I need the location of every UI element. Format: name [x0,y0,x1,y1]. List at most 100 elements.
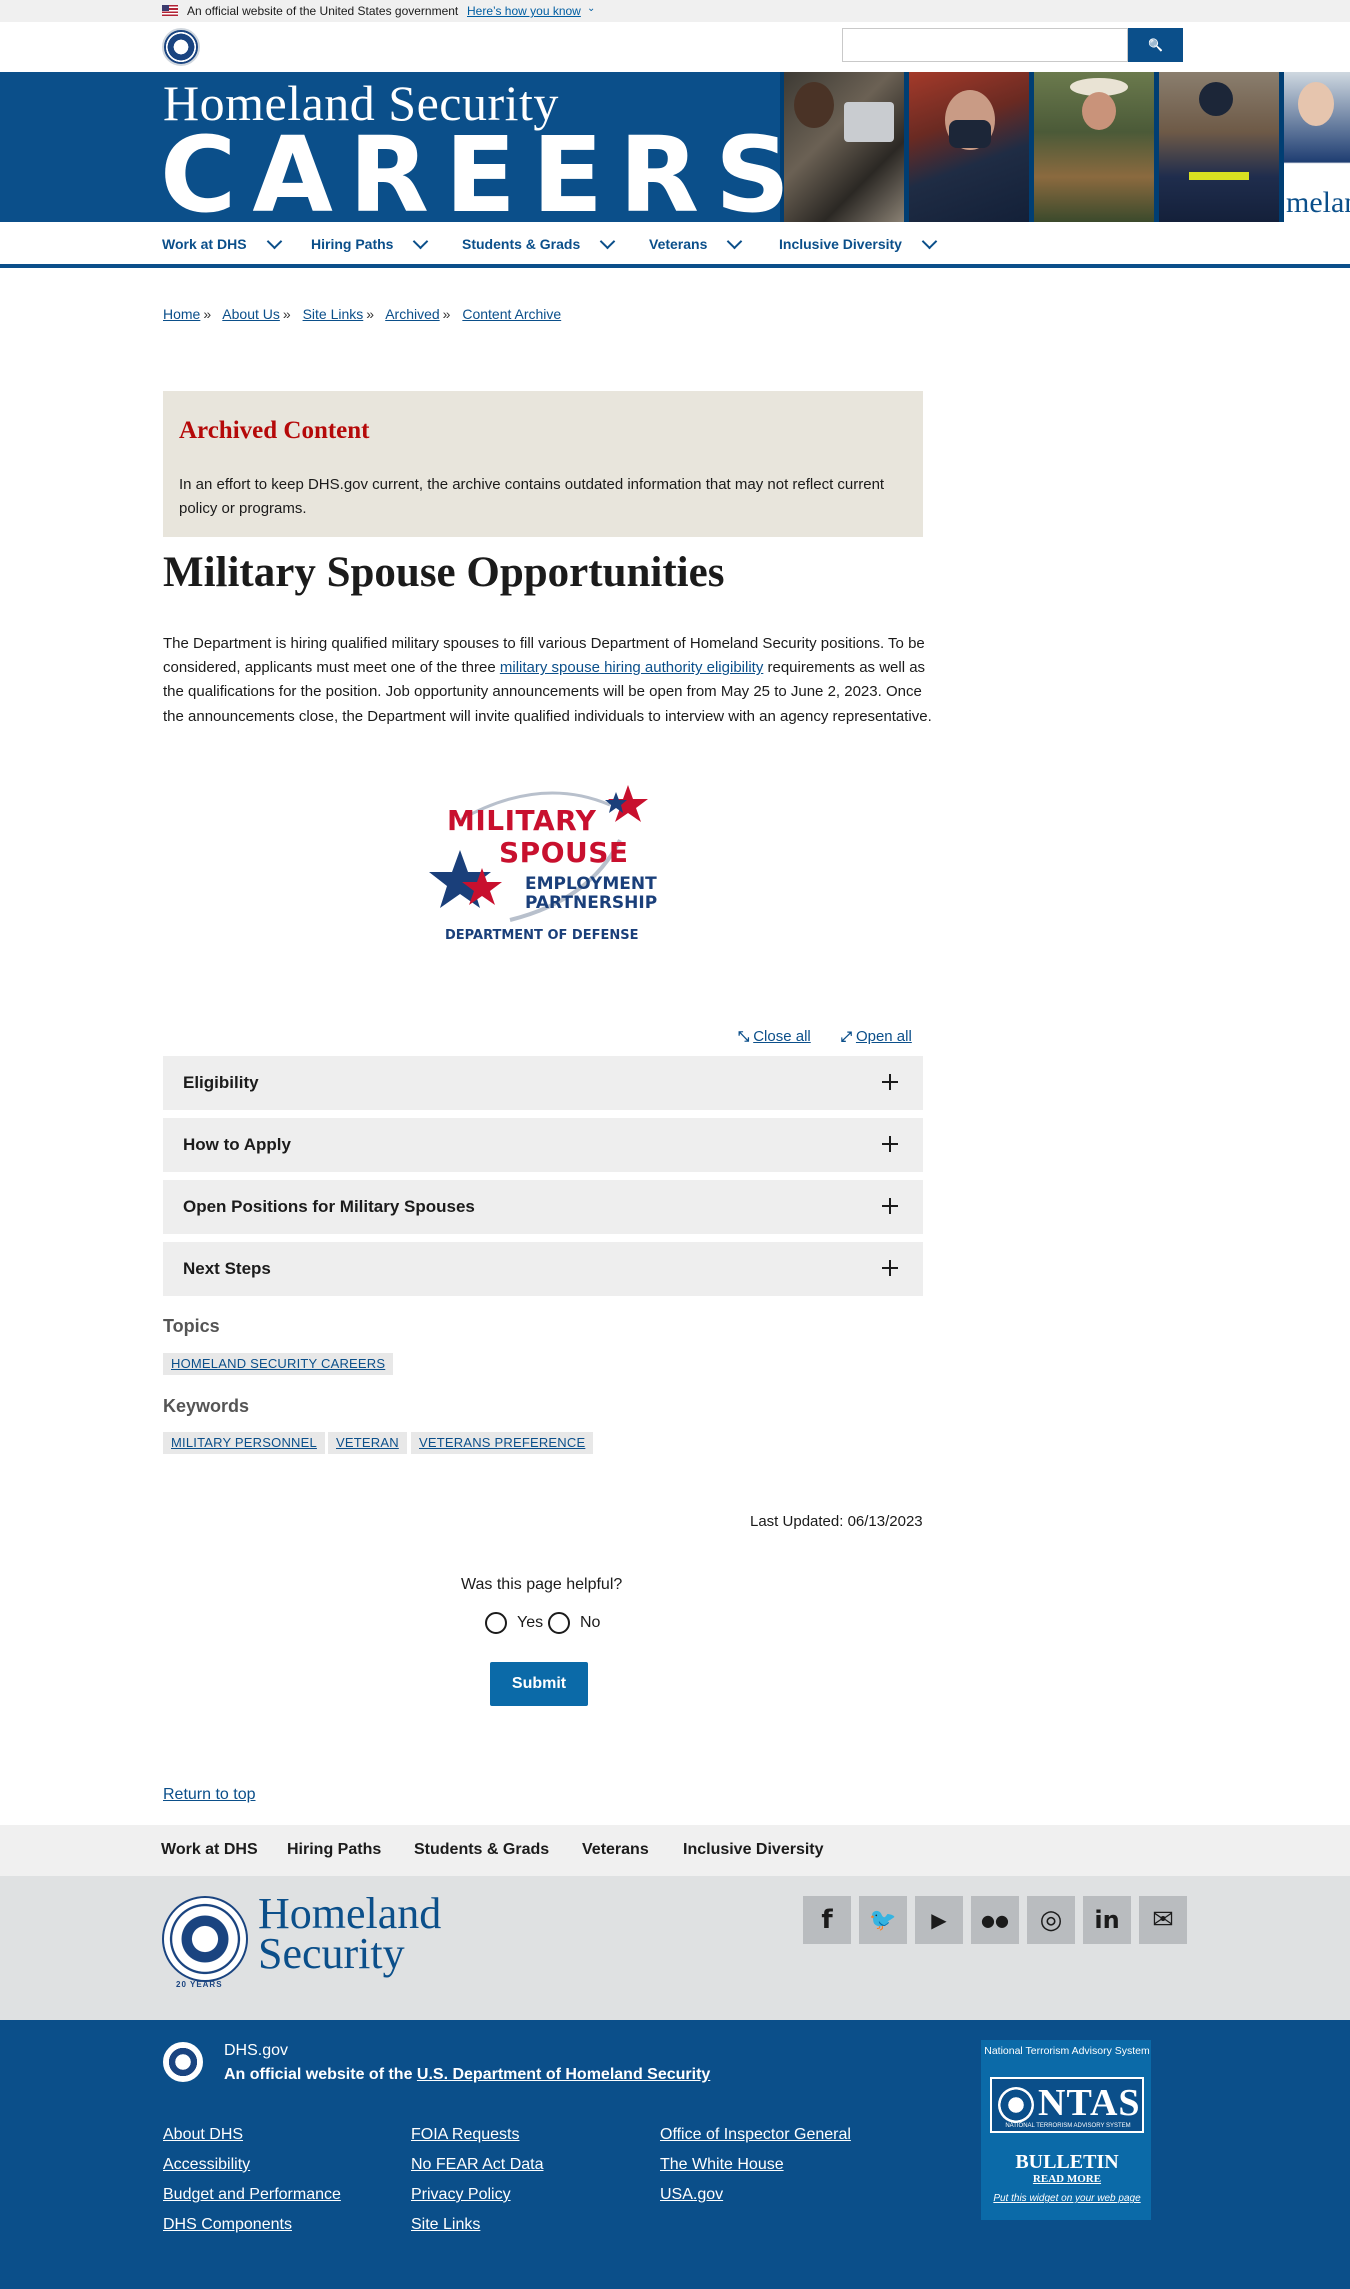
ntas-logo[interactable]: NTAS NATIONAL TERRORISM ADVISORY SYSTEM [990,2077,1144,2133]
breadcrumb-archived[interactable]: Archived [385,306,439,322]
breadcrumb-separator: » [282,306,291,322]
accordion-controls: ⤡ Close all ⤢ Open all [738,1028,912,1045]
breadcrumb-separator: » [203,306,212,322]
keywords-heading: Keywords [163,1396,250,1416]
footer-site-name: DHS.gov [224,2042,289,2059]
site-header: 🔍 [0,22,1350,72]
footer-nav-work-at-dhs[interactable]: Work at DHS [161,1841,258,1859]
return-to-top-link[interactable]: Return to top [163,1786,256,1804]
chevron-down-icon [266,233,282,249]
footer-nav-hiring-paths[interactable]: Hiring Paths [287,1841,381,1859]
search-button[interactable]: 🔍 [1128,28,1183,62]
hero-photo-fema [1159,72,1279,222]
accordion-label: Open Positions for Military Spouses [183,1197,475,1216]
dhs-seal-icon[interactable] [162,1896,248,1982]
search-icon: 🔍 [1148,38,1163,52]
linkedin-icon[interactable]: in [1083,1896,1131,1944]
msep-text-dod: DEPARTMENT OF DEFENSE [445,928,639,943]
msep-logo: MILITARY SPOUSE EMPLOYMENT PARTNERSHIP D… [420,780,670,950]
seal-years-text: 20 YEARS [176,1980,223,1989]
feedback-no-radio[interactable] [548,1612,570,1634]
instagram-icon[interactable]: ◎ [1027,1896,1075,1944]
close-all-button[interactable]: ⤡ Close all [738,1028,811,1045]
careers-brand[interactable]: Homeland Security CAREERS [0,72,790,230]
feedback-submit-button[interactable]: Submit [490,1662,588,1706]
accordion-how-to-apply[interactable]: How to Apply [163,1118,923,1172]
nav-veterans[interactable]: Veterans [649,233,743,252]
last-updated: Last Updated: 06/13/2023 [750,1513,923,1530]
breadcrumb-about-us[interactable]: About Us [222,306,280,322]
close-all-label: Close all [753,1028,811,1045]
footer-nav-inclusive-diversity[interactable]: Inclusive Diversity [683,1841,824,1859]
archived-notice: Archived Content In an effort to keep DH… [163,391,923,537]
archived-text: In an effort to keep DHS.gov current, th… [179,476,885,517]
msep-text-military: MILITARY [447,804,597,837]
accordion-next-steps[interactable]: Next Steps [163,1242,923,1296]
keyword-tag[interactable]: MILITARY PERSONNEL [163,1432,325,1454]
chevron-down-icon[interactable]: ⌄ [587,3,595,14]
plus-icon [882,1260,898,1276]
accordion-open-positions[interactable]: Open Positions for Military Spouses [163,1180,923,1234]
ntas-widget[interactable]: National Terrorism Advisory System NTAS … [981,2040,1151,2220]
open-all-button[interactable]: ⤢ Open all [841,1028,912,1045]
breadcrumb-home[interactable]: Home [163,306,200,322]
footer-nav-students-grads[interactable]: Students & Grads [414,1841,549,1859]
feedback-yes-label[interactable]: Yes [517,1614,543,1632]
facebook-icon[interactable]: f [803,1896,851,1944]
collapse-icon: ⤡ [738,1028,750,1044]
footer-link-budget[interactable]: Budget and Performance [163,2186,341,2204]
footer-official-prefix: An official website of the [224,2066,417,2083]
youtube-icon[interactable]: ▶ [915,1896,963,1944]
feedback-yes-radio[interactable] [485,1612,507,1634]
chevron-down-icon [599,233,616,249]
footer-link-components[interactable]: DHS Components [163,2216,292,2234]
footer-link-accessibility[interactable]: Accessibility [163,2156,250,2174]
topic-tag[interactable]: HOMELAND SECURITY CAREERS [163,1353,394,1375]
hero-photo-worker [784,72,904,222]
breadcrumb-content-archive[interactable]: Content Archive [462,306,561,322]
heres-how-you-know-link[interactable]: Here’s how you know [467,4,581,18]
footer-link-white-house[interactable]: The White House [660,2156,784,2174]
twitter-icon[interactable]: 🐦 [859,1896,907,1944]
plus-icon [882,1074,898,1090]
feedback-no-label[interactable]: No [580,1614,600,1632]
chevron-down-icon [921,233,938,249]
open-all-label: Open all [855,1028,912,1045]
hero-photo-officer: melan [1284,72,1350,222]
eligibility-link[interactable]: military spouse hiring authority eligibi… [500,659,763,676]
dhs-seal-icon [163,2042,203,2082]
footer-link-about-dhs[interactable]: About DHS [163,2126,243,2144]
keyword-tag[interactable]: VETERANS PREFERENCE [411,1432,594,1454]
nav-work-at-dhs[interactable]: Work at DHS [162,233,282,252]
ntas-widget-link[interactable]: Put this widget on your web page [982,2193,1152,2204]
footer-link-oig[interactable]: Office of Inspector General [660,2126,851,2144]
archived-title: Archived Content [179,417,370,444]
search-input[interactable] [842,28,1128,62]
footer-link-privacy[interactable]: Privacy Policy [411,2186,511,2204]
body-paragraph: The Department is hiring qualified milit… [163,632,933,729]
footer-nav-veterans[interactable]: Veterans [582,1841,649,1859]
footer-link-foia[interactable]: FOIA Requests [411,2126,520,2144]
footer-link-usa-gov[interactable]: USA.gov [660,2186,723,2204]
nav-students-grads[interactable]: Students & Grads [462,233,616,252]
footer-nav: Work at DHS Hiring Paths Students & Grad… [0,1825,1350,1876]
footer-wordmark-security[interactable]: Security [258,1932,405,1976]
nav-inclusive-diversity[interactable]: Inclusive Diversity [779,233,938,252]
ntas-bulletin: BULLETIN [1015,2151,1119,2173]
email-icon[interactable]: ✉ [1139,1896,1187,1944]
accordion-eligibility[interactable]: Eligibility [163,1056,923,1110]
nav-hiring-paths[interactable]: Hiring Paths [311,233,429,252]
ntas-read-more-link[interactable]: READ MORE [982,2173,1152,2185]
plus-icon [882,1198,898,1214]
breadcrumb-site-links[interactable]: Site Links [303,306,364,322]
accordion-label: Next Steps [183,1259,271,1278]
footer-link-no-fear[interactable]: No FEAR Act Data [411,2156,544,2174]
msep-text-employment: EMPLOYMENT [525,874,657,894]
keyword-tag[interactable]: VETERAN [328,1432,407,1454]
footer-bottom: DHS.gov An official website of the U.S. … [0,2020,1350,2289]
flickr-icon[interactable]: ●● [971,1896,1019,1944]
dhs-seal-icon[interactable] [162,28,200,66]
footer-link-site-links[interactable]: Site Links [411,2216,480,2234]
ntas-word: NTAS [1038,2082,1141,2124]
dhs-link[interactable]: U.S. Department of Homeland Security [417,2066,710,2083]
